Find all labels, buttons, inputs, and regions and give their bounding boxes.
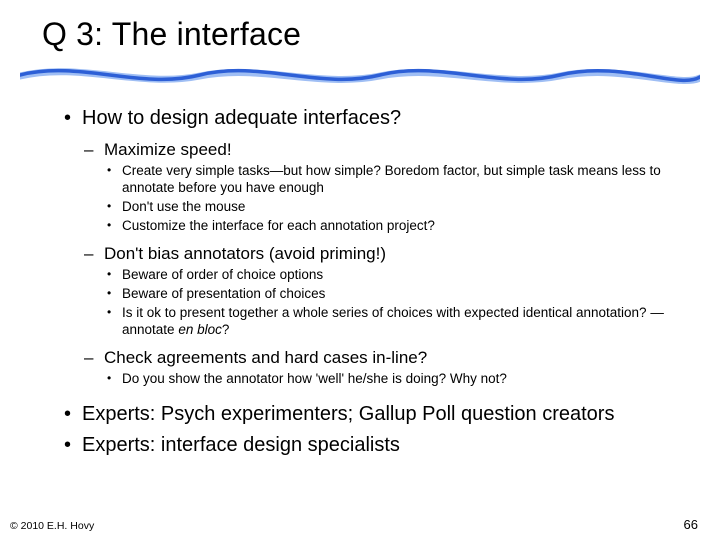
- bullet-l2: Maximize speed! Create very simple tasks…: [82, 139, 670, 235]
- bullet-list: How to design adequate interfaces? Maxim…: [60, 106, 670, 458]
- bullet-l3: Don't use the mouse: [104, 199, 670, 216]
- slide-number: 66: [684, 517, 698, 532]
- bullet-l2: Check agreements and hard cases in-line?…: [82, 347, 670, 388]
- bullet-text: Don't bias annotators (avoid priming!): [104, 244, 386, 263]
- slide-title: Q 3: The interface: [42, 16, 301, 53]
- bullet-l3: Beware of presentation of choices: [104, 286, 670, 303]
- bullet-text: ?: [222, 322, 230, 337]
- bullet-l3: Do you show the annotator how 'well' he/…: [104, 371, 670, 388]
- bullet-l3: Is it ok to present together a whole ser…: [104, 305, 670, 339]
- footer-copyright: © 2010 E.H. Hovy: [10, 520, 94, 532]
- wave-divider: [20, 60, 700, 90]
- bullet-l3: Customize the interface for each annotat…: [104, 218, 670, 235]
- bullet-text: Experts: Psych experimenters; Gallup Pol…: [82, 403, 614, 425]
- slide: Q 3: The interface How to design adequat…: [0, 0, 720, 540]
- bullet-text: Check agreements and hard cases in-line?: [104, 348, 427, 367]
- bullet-l1: How to design adequate interfaces? Maxim…: [60, 106, 670, 388]
- bullet-text: Maximize speed!: [104, 140, 232, 159]
- bullet-text: Experts: interface design specialists: [82, 434, 400, 456]
- bullet-l3: Beware of order of choice options: [104, 267, 670, 284]
- bullet-l3: Create very simple tasks—but how simple?…: [104, 163, 670, 197]
- bullet-l1: Experts: interface design specialists: [60, 433, 670, 458]
- bullet-text: How to design adequate interfaces?: [82, 107, 401, 129]
- bullet-l2: Don't bias annotators (avoid priming!) B…: [82, 243, 670, 339]
- slide-body: How to design adequate interfaces? Maxim…: [60, 100, 670, 458]
- bullet-text-italic: en bloc: [178, 322, 222, 337]
- bullet-l1: Experts: Psych experimenters; Gallup Pol…: [60, 402, 670, 427]
